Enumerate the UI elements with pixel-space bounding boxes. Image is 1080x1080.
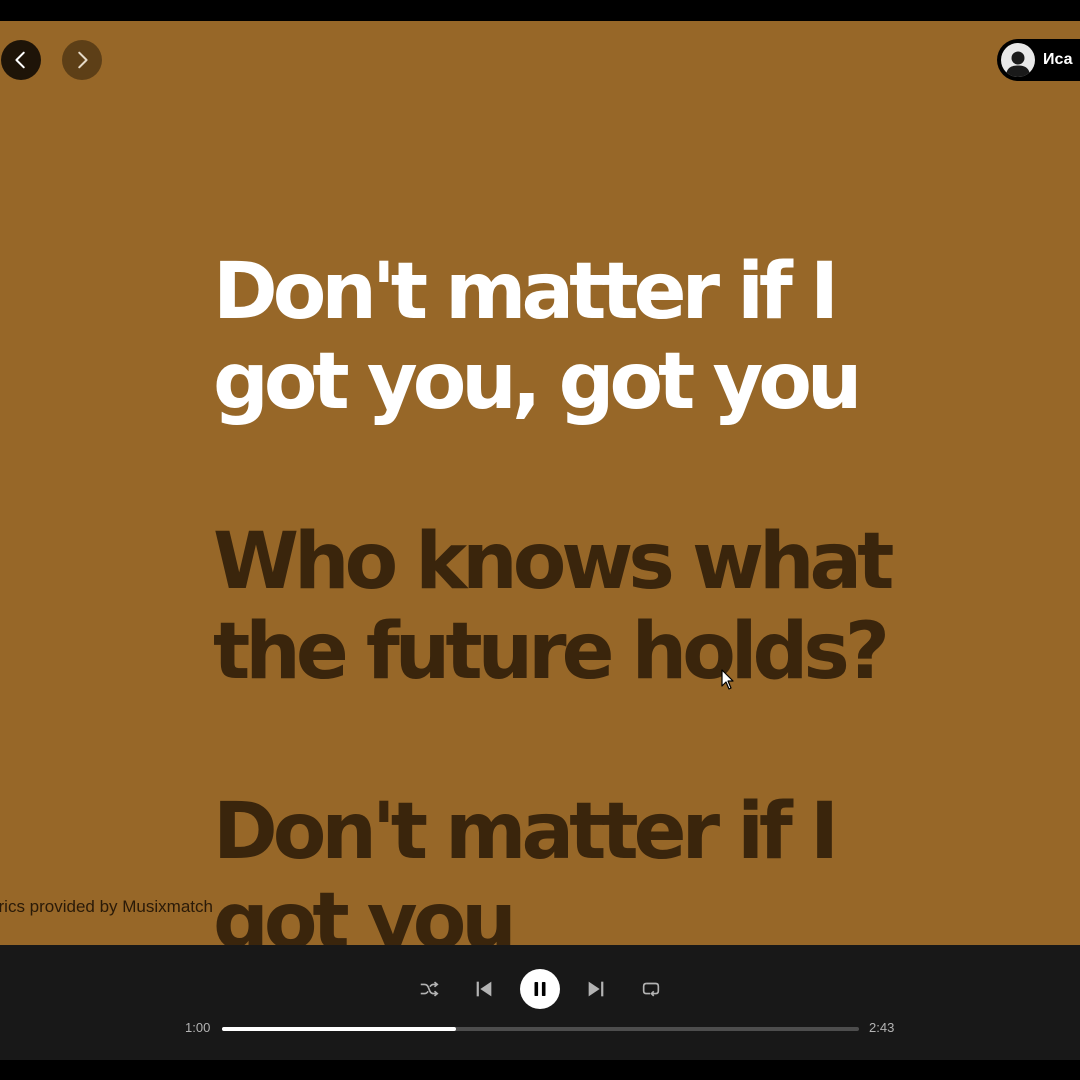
repeat-button[interactable] <box>632 970 670 1008</box>
skip-previous-icon <box>476 981 492 997</box>
progress-fill <box>222 1027 457 1031</box>
avatar <box>1001 43 1035 77</box>
pause-icon <box>534 982 546 996</box>
lyrics-container: Don't matter if I got you, got you Who k… <box>213 247 973 945</box>
user-name: Иса <box>1043 51 1073 68</box>
back-button[interactable] <box>1 40 41 80</box>
playback-progress: 1:00 2:43 <box>0 1019 1080 1039</box>
repeat-icon <box>642 982 660 997</box>
lyrics-attribution: yrics provided by Musixmatch <box>0 897 213 916</box>
mouse-cursor-icon <box>721 669 734 690</box>
forward-button[interactable] <box>62 40 102 80</box>
pause-button[interactable] <box>520 969 560 1009</box>
lyric-line[interactable]: Who knows what the future holds? <box>213 517 973 697</box>
skip-next-icon <box>588 981 604 997</box>
elapsed-time: 1:00 <box>185 1020 211 1035</box>
next-button[interactable] <box>577 970 615 1008</box>
lyric-line-current[interactable]: Don't matter if I got you, got you <box>213 247 973 427</box>
player-bar: 1:00 2:43 <box>0 945 1080 1060</box>
chevron-left-icon <box>15 51 25 69</box>
progress-bar[interactable] <box>222 1027 859 1031</box>
previous-button[interactable] <box>465 970 503 1008</box>
shuffle-icon <box>420 981 439 997</box>
app-window: Иса Don't matter if I got you, got you W… <box>0 0 1080 1080</box>
shuffle-button[interactable] <box>410 970 448 1008</box>
lyric-line[interactable]: Don't matter if I got you <box>213 787 973 945</box>
lyrics-view: Иса Don't matter if I got you, got you W… <box>0 21 1080 945</box>
total-time: 2:43 <box>869 1020 895 1035</box>
user-silhouette-icon <box>1006 51 1030 77</box>
user-menu-button[interactable]: Иса <box>997 39 1080 81</box>
chevron-right-icon <box>78 51 88 69</box>
playback-controls <box>410 968 670 1010</box>
